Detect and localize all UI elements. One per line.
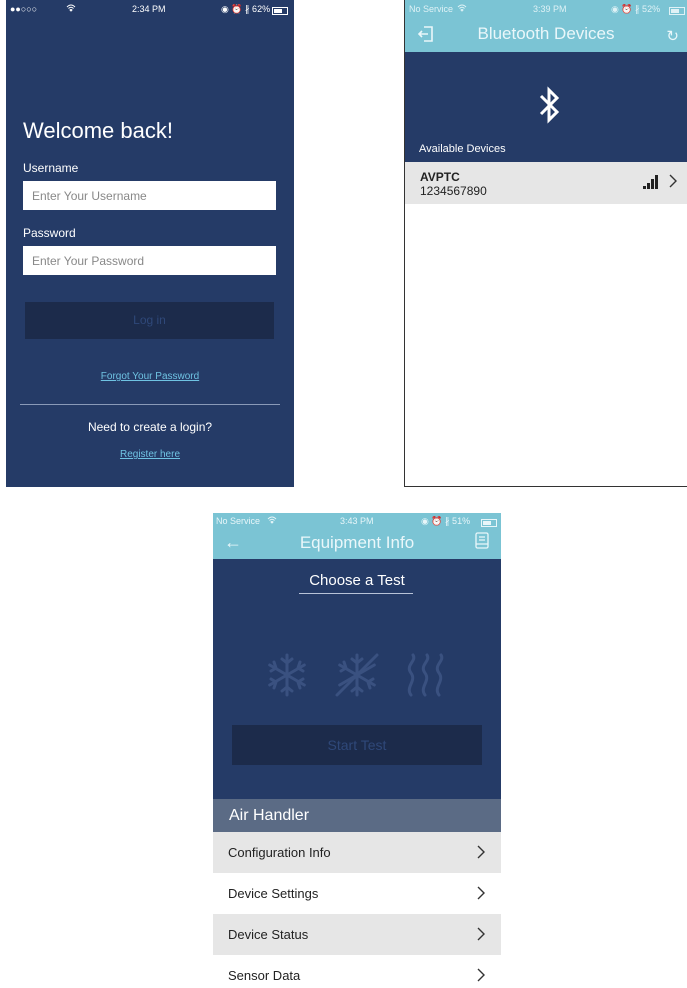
title-underline [299,593,413,594]
menu-item-configuration-info[interactable]: Configuration Info [213,832,501,873]
login-screen: ●●○○○ 2:34 PM ◉ ⏰ ∦ 62% Welcome back! Us… [6,0,294,487]
status-bar: No Service 3:43 PM ◉ ⏰ ∦ 51% [213,513,501,531]
username-input[interactable] [23,181,276,210]
device-id: 1234567890 [420,184,487,198]
choose-test-title: Choose a Test [309,572,405,589]
carrier-text: No Service [409,4,454,14]
status-bar: No Service 3:39 PM ◉ ⏰ ∦ 52% [405,0,687,18]
battery-icon [667,5,685,15]
divider [20,404,280,405]
wifi-icon [267,516,277,526]
test-chooser: Choose a Test Start Test [213,559,501,799]
forgot-password-link[interactable]: Forgot Your Password [6,371,294,382]
manual-book-icon[interactable] [475,532,489,549]
snowflake-icon[interactable] [263,651,311,699]
status-icons: ◉ ⏰ ∦ 52% [611,4,661,14]
status-time: 3:39 PM [533,4,567,14]
chevron-right-icon [477,886,485,900]
nav-title: Bluetooth Devices [477,24,615,43]
nav-bar: No Service 3:39 PM ◉ ⏰ ∦ 52% Bluetooth D… [405,0,687,52]
nav-title: Equipment Info [299,533,415,552]
status-bar: ●●○○○ 2:34 PM ◉ ⏰ ∦ 62% [6,0,294,18]
chevron-right-icon [477,845,485,859]
signal-strength-icon [643,175,658,189]
menu-item-device-settings[interactable]: Device Settings [213,873,501,914]
menu-item-device-status[interactable]: Device Status [213,914,501,955]
menu-item-sensor-data[interactable]: Sensor Data [213,955,501,988]
welcome-title: Welcome back! [23,118,173,143]
bluetooth-header: Available Devices [405,52,687,162]
menu-item-label: Sensor Data [228,968,301,983]
status-time: 3:43 PM [340,516,374,526]
start-test-button[interactable]: Start Test [232,725,482,765]
defrost-icon[interactable] [333,651,381,699]
bluetooth-icon [539,86,560,124]
login-button[interactable]: Log in [25,302,274,339]
available-devices-label: Available Devices [419,143,506,155]
create-login-prompt: Need to create a login? [87,420,213,434]
password-input[interactable] [23,246,276,275]
section-header: Air Handler [213,799,501,832]
username-label: Username [23,161,79,175]
status-icons: ◉ ⏰ ∦ 51% [421,516,471,526]
equipment-screen: No Service 3:43 PM ◉ ⏰ ∦ 51% ← Equipment… [213,513,501,988]
carrier-text: No Service [216,516,261,526]
bluetooth-screen: No Service 3:39 PM ◉ ⏰ ∦ 52% Bluetooth D… [404,0,687,487]
nav-bar: No Service 3:43 PM ◉ ⏰ ∦ 51% ← Equipment… [213,513,501,559]
device-name: AVPTC [420,170,460,184]
battery-icon [479,517,497,527]
status-icons: ◉ ⏰ ∦ 62% [221,4,271,14]
wifi-icon [66,4,76,14]
battery-icon [270,5,288,15]
status-time: 2:34 PM [132,4,166,14]
signal-dots: ●●○○○ [10,4,38,14]
device-row[interactable]: AVPTC 1234567890 [405,162,687,204]
wifi-icon [457,4,467,14]
chevron-right-icon [477,968,485,982]
chevron-right-icon [477,927,485,941]
menu-item-label: Configuration Info [228,845,331,860]
register-link[interactable]: Register here [6,449,294,460]
refresh-icon[interactable]: ↻ [666,27,679,45]
menu-item-label: Device Status [228,927,309,942]
menu-item-label: Device Settings [228,886,319,901]
heat-icon[interactable] [401,651,449,699]
chevron-right-icon [669,174,677,188]
password-label: Password [23,226,76,240]
